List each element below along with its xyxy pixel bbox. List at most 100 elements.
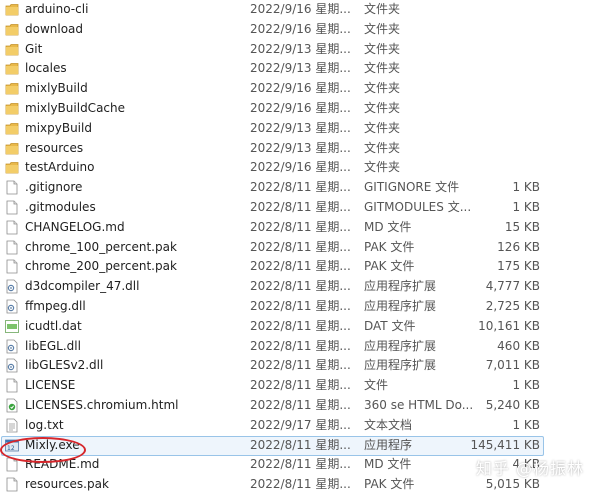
- dll-icon: [5, 279, 18, 294]
- file-name: resources.pak: [25, 477, 109, 492]
- file-size: 1 KB: [512, 378, 540, 393]
- folder-icon: [5, 121, 19, 136]
- file-date: 2022/9/16 星期...: [250, 81, 351, 96]
- file-row[interactable]: arduino-cli 2022/9/16 星期... 文件夹: [0, 0, 600, 20]
- file-row[interactable]: mixlyBuildCache 2022/9/16 星期... 文件夹: [0, 99, 600, 119]
- file-date: 2022/9/16 星期...: [250, 160, 351, 175]
- file-size: 1 KB: [512, 417, 540, 432]
- file-icon: [5, 220, 18, 235]
- file-date: 2022/8/11 星期...: [250, 219, 351, 234]
- file-size: 145,411 KB: [470, 437, 540, 452]
- file-size: 5,240 KB: [485, 397, 540, 412]
- file-type: 应用程序扩展: [364, 358, 437, 373]
- highlight-annotation: [0, 437, 86, 463]
- file-type: 文件夹: [364, 120, 401, 135]
- file-date: 2022/9/13 星期...: [250, 120, 351, 135]
- file-name: libGLESv2.dll: [25, 358, 104, 373]
- file-type: 文件夹: [364, 160, 401, 175]
- file-date: 2022/8/11 星期...: [250, 259, 351, 274]
- folder-icon: [5, 22, 19, 37]
- file-size: 175 KB: [497, 259, 540, 274]
- file-name: mixlyBuildCache: [25, 100, 126, 115]
- file-name: icudtl.dat: [25, 318, 82, 333]
- file-name: mixpyBuild: [25, 120, 92, 135]
- file-date: 2022/9/16 星期...: [250, 21, 351, 36]
- file-list: arduino-cli 2022/9/16 星期... 文件夹 download 202…: [0, 0, 600, 495]
- file-date: 2022/8/11 星期...: [250, 239, 351, 254]
- file-type: GITMODULES 文...: [364, 199, 472, 214]
- file-row[interactable]: .gitignore 2022/8/11 星期... GITIGNORE 文件 1 K…: [0, 178, 600, 198]
- file-row[interactable]: mixlyBuild 2022/9/16 星期... 文件夹: [0, 79, 600, 99]
- file-row[interactable]: resources 2022/9/13 星期... 文件夹: [0, 139, 600, 159]
- file-row[interactable]: ffmpeg.dll 2022/8/11 星期... 应用程序扩展 2,725 KB: [0, 297, 600, 317]
- file-name: mixlyBuild: [25, 81, 88, 96]
- file-date: 2022/9/13 星期...: [250, 41, 351, 56]
- file-type: GITIGNORE 文件: [364, 180, 460, 195]
- file-row[interactable]: libEGL.dll 2022/8/11 星期... 应用程序扩展 460 KB: [0, 337, 600, 357]
- file-type: MD 文件: [364, 457, 412, 472]
- file-row[interactable]: LICENSE 2022/8/11 星期... 文件 1 KB: [0, 376, 600, 396]
- file-row[interactable]: libGLESv2.dll 2022/8/11 星期... 应用程序扩展 7,011 …: [0, 356, 600, 376]
- file-size: 15 KB: [504, 219, 540, 234]
- file-size: 1 KB: [512, 180, 540, 195]
- file-row[interactable]: 12 Mixly.exe 2022/8/11 星期... 应用程序 145,411 KB: [0, 435, 600, 457]
- folder-icon: [5, 2, 19, 17]
- file-size: 4,777 KB: [485, 279, 540, 294]
- file-row[interactable]: locales 2022/9/13 星期... 文件夹: [0, 59, 600, 79]
- file-size: 7,011 KB: [485, 358, 540, 373]
- file-row[interactable]: icudtl.dat 2022/8/11 星期... DAT 文件 10,161 KB: [0, 317, 600, 337]
- file-name: arduino-cli: [25, 2, 89, 16]
- file-row[interactable]: LICENSES.chromium.html 2022/8/11 星期... 360…: [0, 396, 600, 416]
- file-name: locales: [25, 61, 67, 76]
- file-size: 126 KB: [497, 239, 540, 254]
- file-date: 2022/8/11 星期...: [250, 437, 351, 452]
- file-name: libEGL.dll: [25, 338, 81, 353]
- file-date: 2022/8/11 星期...: [250, 358, 351, 373]
- file-row[interactable]: chrome_100_percent.pak 2022/8/11 星期... PAK…: [0, 238, 600, 258]
- file-type: 文本文档: [364, 417, 413, 432]
- file-icon: [5, 240, 18, 255]
- file-icon: [5, 378, 18, 393]
- file-date: 2022/8/11 星期...: [250, 318, 351, 333]
- file-row[interactable]: CHANGELOG.md 2022/8/11 星期... MD 文件 15 KB: [0, 218, 600, 238]
- file-name: chrome_200_percent.pak: [25, 259, 177, 274]
- folder-icon: [5, 61, 19, 76]
- file-name: .gitignore: [25, 180, 83, 195]
- file-date: 2022/8/11 星期...: [250, 279, 351, 294]
- file-icon: [5, 180, 18, 195]
- file-date: 2022/8/11 星期...: [250, 298, 351, 313]
- file-type: 应用程序扩展: [364, 298, 437, 313]
- file-type: 文件夹: [364, 21, 401, 36]
- file-row[interactable]: .gitmodules 2022/8/11 星期... GITMODULES 文..…: [0, 198, 600, 218]
- file-type: 文件: [364, 378, 389, 393]
- file-icon: [5, 477, 18, 492]
- file-date: 2022/8/11 星期...: [250, 397, 351, 412]
- file-date: 2022/8/11 星期...: [250, 457, 351, 472]
- file-row[interactable]: log.txt 2022/9/17 星期... 文本文档 1 KB: [0, 416, 600, 436]
- file-type: 文件夹: [364, 41, 401, 56]
- dll-icon: [5, 358, 18, 373]
- file-row[interactable]: download 2022/9/16 星期... 文件夹: [0, 20, 600, 40]
- file-type: 文件夹: [364, 2, 401, 16]
- bottom-edge: [0, 495, 600, 501]
- dll-icon: [5, 299, 18, 314]
- file-name: ffmpeg.dll: [25, 298, 86, 313]
- file-size: 10,161 KB: [478, 318, 540, 333]
- file-name: CHANGELOG.md: [25, 219, 125, 234]
- file-type: PAK 文件: [364, 477, 415, 492]
- watermark: 知乎 @杨振林: [475, 459, 584, 478]
- file-row[interactable]: d3dcompiler_47.dll 2022/8/11 星期... 应用程序扩展 4…: [0, 277, 600, 297]
- file-name: LICENSES.chromium.html: [25, 397, 179, 412]
- file-row[interactable]: chrome_200_percent.pak 2022/8/11 星期... PAK…: [0, 257, 600, 277]
- file-row[interactable]: testArduino 2022/9/16 星期... 文件夹: [0, 158, 600, 178]
- file-type: MD 文件: [364, 219, 412, 234]
- file-type: 文件夹: [364, 61, 401, 76]
- file-date: 2022/9/16 星期...: [250, 2, 351, 16]
- file-row[interactable]: Git 2022/9/13 星期... 文件夹: [0, 40, 600, 60]
- file-name: Git: [25, 41, 43, 56]
- file-type: 应用程序: [364, 437, 413, 452]
- file-type: 应用程序扩展: [364, 338, 437, 353]
- file-type: PAK 文件: [364, 259, 415, 274]
- file-row[interactable]: mixpyBuild 2022/9/13 星期... 文件夹: [0, 119, 600, 139]
- file-name: .gitmodules: [25, 199, 96, 214]
